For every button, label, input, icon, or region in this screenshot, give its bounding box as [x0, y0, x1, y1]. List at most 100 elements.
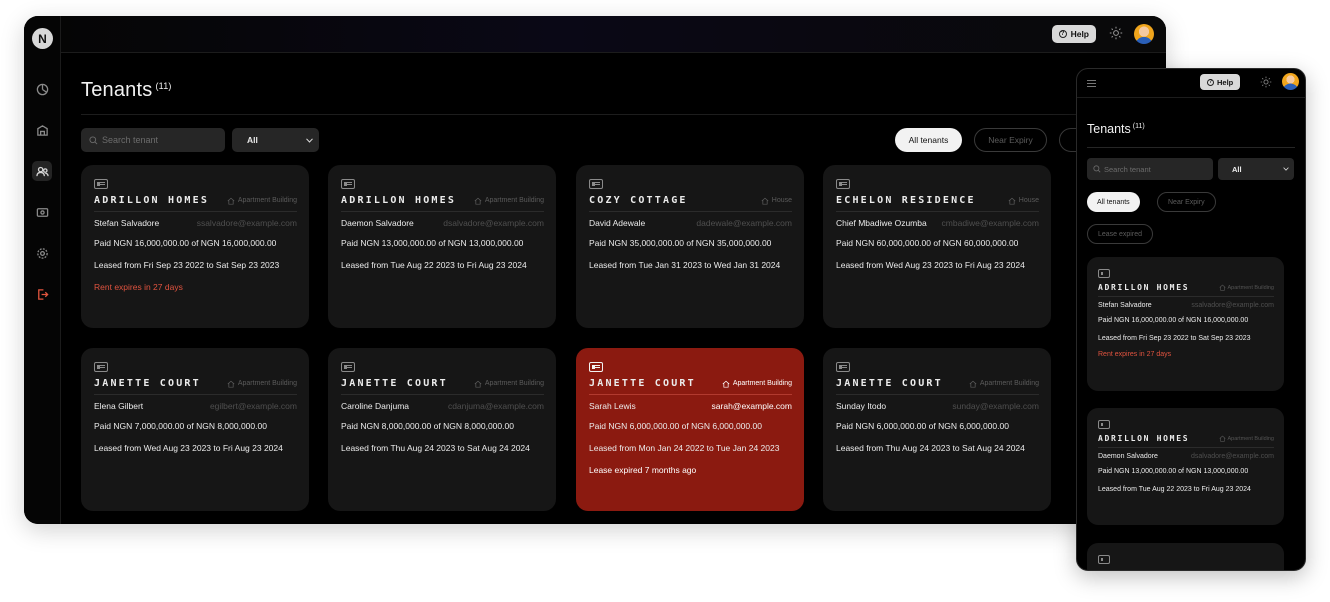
tenant-count: (11) — [1132, 122, 1145, 130]
select-value: All — [1232, 164, 1242, 174]
card-header: ADRILLON HOMES Apartment Building — [1098, 434, 1274, 448]
payment-status: Paid NGN 6,000,000.00 of NGN 6,000,000.0… — [836, 421, 1009, 431]
mobile-window: ? Help Tenants (11) Search tenant All All… — [1076, 68, 1306, 571]
tenants-icon[interactable] — [32, 161, 52, 181]
payments-icon[interactable] — [32, 202, 52, 222]
filter-lease-expired[interactable]: Lease expired — [1087, 224, 1153, 244]
sidebar: N — [24, 16, 61, 524]
tenant-card[interactable]: JANETTE COURT Apartment Building Caroline … — [328, 348, 556, 511]
tenant-row: Stefan Salvadore ssalvadore@example.com — [1098, 302, 1274, 309]
menu-icon[interactable] — [1087, 80, 1096, 87]
tenant-row: David Adewale dadewale@example.com — [589, 218, 792, 228]
help-icon: ? — [1207, 78, 1214, 86]
property-filter-select[interactable]: All — [232, 128, 319, 152]
id-card-icon — [341, 179, 355, 189]
tenant-email: dsalvadore@example.com — [1191, 453, 1274, 460]
payment-status: Paid NGN 16,000,000.00 of NGN 16,000,000… — [1098, 317, 1249, 324]
tenant-row: Chief Mbadiwe Ozumba cmbadiwe@example.com — [836, 218, 1039, 228]
tenant-card[interactable]: ADRILLON HOMES Apartment Building Stefan S… — [1087, 257, 1284, 391]
property-type-label: Apartment Building — [237, 197, 297, 204]
tenant-card[interactable]: ADRILLON HOMES Apartment Building Daemon S… — [1087, 408, 1284, 525]
tenant-email: sarah@example.com — [711, 401, 792, 411]
top-bar: ? Help — [61, 16, 1166, 53]
search-input[interactable]: Search tenant — [81, 128, 225, 152]
desktop-window: N ? Help Tenants (11) Search tenant All … — [24, 16, 1166, 524]
payment-status: Paid NGN 60,000,000.00 of NGN 60,000,000… — [836, 238, 1019, 248]
properties-icon[interactable] — [32, 120, 52, 140]
property-type: Apartment Building — [474, 380, 544, 388]
property-type: Apartment Building — [722, 380, 792, 388]
card-header: JANETTE COURT Apartment Building — [589, 378, 792, 395]
dashboard-icon[interactable] — [32, 79, 52, 99]
tenant-card[interactable]: ECHELON RESIDENCE House Chief Mbadiwe Ozum… — [823, 165, 1051, 328]
house-icon — [474, 197, 482, 205]
avatar[interactable] — [1134, 24, 1154, 44]
tenant-row: Elena Gilbert egilbert@example.com — [94, 401, 297, 411]
filter-all-tenants[interactable]: All tenants — [895, 128, 962, 152]
payment-status: Paid NGN 13,000,000.00 of NGN 13,000,000… — [341, 238, 524, 248]
tenant-name: Daemon Salvadore — [341, 218, 414, 228]
property-type: Apartment Building — [474, 197, 544, 205]
property-name: JANETTE COURT — [341, 378, 448, 389]
select-value: All — [247, 135, 258, 145]
filter-all-tenants[interactable]: All tenants — [1087, 192, 1140, 212]
id-card-icon — [1098, 269, 1110, 278]
tenant-card[interactable]: JANETTE COURT Apartment Building Sunday It… — [823, 348, 1051, 511]
id-card-icon — [94, 179, 108, 189]
search-input[interactable]: Search tenant — [1087, 158, 1213, 180]
help-button[interactable]: ? Help — [1200, 74, 1241, 90]
page-title-text: Tenants — [81, 79, 153, 101]
house-icon — [969, 380, 977, 388]
lease-period: Leased from Wed Aug 23 2023 to Fri Aug 2… — [836, 260, 1025, 270]
house-icon — [1008, 197, 1016, 205]
property-type-label: Apartment Building — [1227, 435, 1274, 442]
payment-status: Paid NGN 6,000,000.00 of NGN 6,000,000.0… — [589, 421, 762, 431]
property-type: House — [1008, 197, 1039, 205]
tenant-card[interactable]: JANETTE COURT Apartment Building Elena Gil… — [81, 348, 309, 511]
divider — [81, 114, 1166, 115]
help-button[interactable]: ? Help — [1051, 25, 1096, 43]
property-name: ADRILLON HOMES — [1098, 434, 1190, 443]
id-card-icon — [836, 362, 850, 372]
lease-period: Leased from Thu Aug 24 2023 to Sat Aug 2… — [341, 443, 530, 453]
lease-period: Leased from Wed Aug 23 2023 to Fri Aug 2… — [94, 443, 283, 453]
property-type-label: Apartment Building — [979, 380, 1039, 387]
tenant-email: sunday@example.com — [952, 401, 1039, 411]
tenant-row: Sunday Itodo sunday@example.com — [836, 401, 1039, 411]
avatar[interactable] — [1282, 73, 1299, 90]
lease-period: Leased from Tue Aug 22 2023 to Fri Aug 2… — [1098, 485, 1251, 493]
tenant-card[interactable]: COZY COTTAGE House David Adewale dadewale@e… — [576, 165, 804, 328]
page-title: Tenants (11) — [1087, 122, 1145, 136]
property-name: JANETTE COURT — [94, 378, 201, 389]
tenant-card[interactable]: ADRILLON HOMES Apartment Building Daemon S… — [328, 165, 556, 328]
filter-near-expiry[interactable]: Near Expiry — [1157, 192, 1216, 212]
tenant-name: Sunday Itodo — [836, 401, 887, 411]
property-name: ECHELON RESIDENCE — [836, 195, 976, 206]
theme-toggle-icon[interactable] — [1260, 76, 1272, 88]
search-placeholder: Search tenant — [1104, 164, 1151, 174]
theme-toggle-icon[interactable] — [1109, 26, 1123, 40]
logo-icon[interactable]: N — [32, 28, 53, 49]
id-card-icon — [1098, 555, 1110, 564]
property-name: JANETTE COURT — [589, 378, 696, 389]
tenant-card-partial[interactable] — [1087, 543, 1284, 570]
logout-icon[interactable] — [32, 284, 52, 304]
tenant-email: dadewale@example.com — [696, 218, 792, 228]
tenant-card[interactable]: ADRILLON HOMES Apartment Building Stefan S… — [81, 165, 309, 328]
tenant-name: Caroline Danjuma — [341, 401, 410, 411]
lease-period: Leased from Tue Jan 31 2023 to Wed Jan 3… — [589, 260, 781, 270]
house-icon — [227, 380, 235, 388]
property-type: Apartment Building — [969, 380, 1039, 388]
filter-near-expiry[interactable]: Near Expiry — [974, 128, 1047, 152]
id-card-icon — [1098, 420, 1110, 429]
property-name: COZY COTTAGE — [589, 195, 688, 206]
property-filter-select[interactable]: All — [1218, 158, 1294, 180]
house-icon — [1219, 435, 1226, 442]
mobile-top-bar: ? Help — [1077, 69, 1305, 98]
settings-icon[interactable] — [32, 243, 52, 263]
house-icon — [1219, 284, 1226, 291]
tenant-card[interactable]: JANETTE COURT Apartment Building Sarah Lew… — [576, 348, 804, 511]
tenant-email: cdanjuma@example.com — [447, 401, 544, 411]
help-icon: ? — [1058, 30, 1067, 38]
property-name: ADRILLON HOMES — [341, 195, 457, 206]
